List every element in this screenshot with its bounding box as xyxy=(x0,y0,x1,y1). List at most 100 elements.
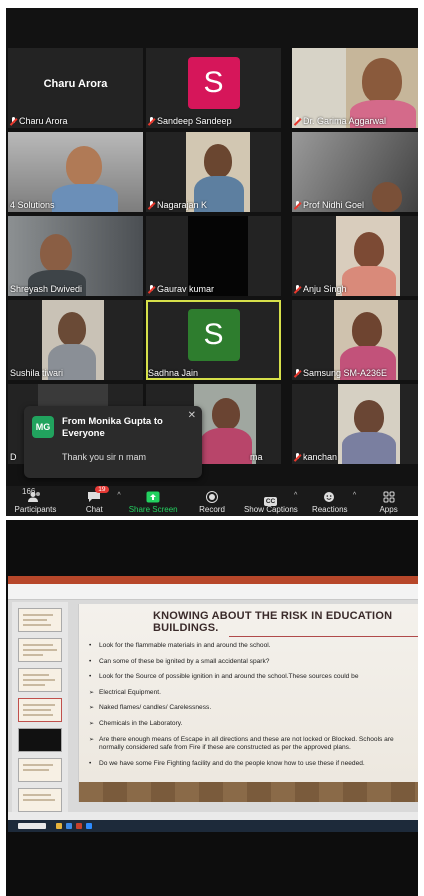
apps-label: Apps xyxy=(379,505,398,514)
person-body xyxy=(200,428,252,464)
active-speaker-highlight xyxy=(146,300,281,380)
apps-button[interactable]: Apps xyxy=(359,486,418,516)
person-head xyxy=(40,234,72,272)
sub-bullet-point: Electrical Equipment. xyxy=(89,689,418,698)
zoom-app-icon[interactable] xyxy=(86,823,92,829)
chat-button[interactable]: 19 ^ Chat xyxy=(65,486,124,516)
taskbar-search-box[interactable] xyxy=(18,823,46,829)
person-head xyxy=(372,182,402,212)
participants-label: Participants xyxy=(14,505,57,514)
sub-bullet-point: Are there enough means of Escape in all … xyxy=(89,736,418,753)
participant-tile[interactable]: Prof Nidhi Goel xyxy=(292,132,418,212)
chat-icon: 19 xyxy=(87,486,109,502)
participant-tile[interactable]: Nagarajan K xyxy=(146,132,281,212)
participant-name: kanchan xyxy=(303,452,338,462)
participant-tile[interactable]: Sushila tiwari xyxy=(8,300,143,380)
mic-muted-icon xyxy=(148,284,155,294)
sub-bullet-point: Chemicals in the Laboratory. xyxy=(89,720,418,729)
participant-name: Prof Nidhi Goel xyxy=(303,200,365,210)
unread-badge: 19 xyxy=(95,486,109,493)
person-head xyxy=(354,400,384,434)
zoom-meeting-window: Charu Arora Charu Arora S Sandeep Sandee… xyxy=(6,8,418,516)
slide-thumbnail-pane xyxy=(12,602,68,812)
avatar: S xyxy=(187,57,240,110)
person-head xyxy=(204,144,232,178)
reactions-icon xyxy=(323,490,337,502)
slide-thumbnail[interactable] xyxy=(18,728,62,752)
slide-thumbnail-selected[interactable] xyxy=(18,698,62,722)
powerpoint-window: KNOWING ABOUT THE RISK IN EDUCATION BUIL… xyxy=(8,576,418,832)
chevron-up-icon[interactable]: ^ xyxy=(353,492,356,499)
participant-name: Charu Arora xyxy=(19,116,68,126)
participant-tile[interactable]: Shreyash Dwivedi xyxy=(8,216,143,296)
participant-name: Sandeep Sandeep xyxy=(157,116,232,126)
participant-tile[interactable]: Gaurav kumar xyxy=(146,216,281,296)
participant-tile[interactable]: 4 Solutions xyxy=(8,132,143,212)
captions-icon-text: CC xyxy=(263,497,278,506)
record-button[interactable]: Record xyxy=(183,486,242,516)
ppt-title-bar xyxy=(8,576,418,584)
participant-name: Gaurav kumar xyxy=(157,284,215,294)
browser-icon[interactable] xyxy=(66,823,72,829)
participant-name: Shreyash Dwivedi xyxy=(10,284,83,294)
powerpoint-icon[interactable] xyxy=(76,823,82,829)
person-head xyxy=(354,232,384,268)
mic-muted-icon xyxy=(294,452,301,462)
person-body xyxy=(52,184,118,212)
slide-thumbnail[interactable] xyxy=(18,608,62,632)
chevron-up-icon[interactable]: ^ xyxy=(117,492,120,499)
file-explorer-icon[interactable] xyxy=(56,823,62,829)
participant-name: ma xyxy=(250,452,263,462)
reactions-button[interactable]: ^ Reactions xyxy=(300,486,359,516)
apps-icon xyxy=(382,490,396,503)
participant-tile[interactable]: Samsung SM-A236E xyxy=(292,300,418,380)
chat-label: Chat xyxy=(85,505,103,514)
participant-name: Samsung SM-A236E xyxy=(303,368,388,378)
slide-thumbnail[interactable] xyxy=(18,668,62,692)
participant-name: Dr. Garima Aggarwal xyxy=(303,116,387,126)
bullet-point: Look for the Source of possible ignition… xyxy=(89,673,418,682)
presentation-screenshot: KNOWING ABOUT THE RISK IN EDUCATION BUIL… xyxy=(6,520,418,896)
participant-tile[interactable]: S Sandeep Sandeep xyxy=(146,48,281,128)
participants-count: 166 xyxy=(22,487,36,496)
person-head xyxy=(362,58,402,104)
mic-muted-icon xyxy=(294,116,301,126)
bullet-point: Do we have some Fire Fighting facility a… xyxy=(89,760,418,769)
windows-taskbar xyxy=(8,820,418,832)
show-captions-button[interactable]: CC ^ Show Captions xyxy=(241,486,300,516)
chat-notification[interactable]: MG From Monika Gupta to Everyone Thank y… xyxy=(24,406,202,478)
participant-tile[interactable]: Charu Arora Charu Arora xyxy=(8,48,143,128)
sender-avatar: MG xyxy=(32,416,54,438)
person-head xyxy=(352,312,382,348)
person-body xyxy=(342,432,396,464)
person-head xyxy=(66,146,102,186)
captions-label: Show Captions xyxy=(243,505,298,514)
chevron-up-icon[interactable]: ^ xyxy=(294,492,297,499)
sub-bullet-point: Naked flames/ candles/ Carelessness. xyxy=(89,704,418,713)
mic-muted-icon xyxy=(294,368,301,378)
close-icon[interactable]: ✕ xyxy=(188,410,196,421)
mic-muted-icon xyxy=(10,116,17,126)
slide-decorative-floor xyxy=(79,782,418,802)
participant-name: 4 Solutions xyxy=(10,200,55,210)
slide-bullet-list: Look for the flammable materials in and … xyxy=(89,642,418,775)
slide-thumbnail[interactable] xyxy=(18,788,62,812)
mic-muted-icon xyxy=(148,200,155,210)
mic-muted-icon xyxy=(148,116,155,126)
participant-name: Anju Singh xyxy=(303,284,347,294)
meeting-toolbar: 166 Participants 19 ^ Chat Share Screen … xyxy=(6,486,418,516)
participant-tile[interactable]: kanchan xyxy=(292,384,418,464)
participant-tile[interactable]: Anju Singh xyxy=(292,216,418,296)
slide-thumbnail[interactable] xyxy=(18,758,62,782)
record-label: Record xyxy=(199,505,225,514)
share-screen-button[interactable]: Share Screen xyxy=(124,486,183,516)
participant-tile[interactable]: Dr. Garima Aggarwal xyxy=(292,48,418,128)
participants-button[interactable]: 166 Participants xyxy=(6,486,65,516)
bullet-point: Can some of these be ignited by a small … xyxy=(89,658,418,667)
heading-underline xyxy=(229,636,418,637)
participant-display-name: Charu Arora xyxy=(43,78,108,90)
mic-muted-icon xyxy=(294,200,301,210)
slide-canvas[interactable]: KNOWING ABOUT THE RISK IN EDUCATION BUIL… xyxy=(78,604,418,802)
slide-thumbnail[interactable] xyxy=(18,638,62,662)
record-icon xyxy=(205,490,219,503)
